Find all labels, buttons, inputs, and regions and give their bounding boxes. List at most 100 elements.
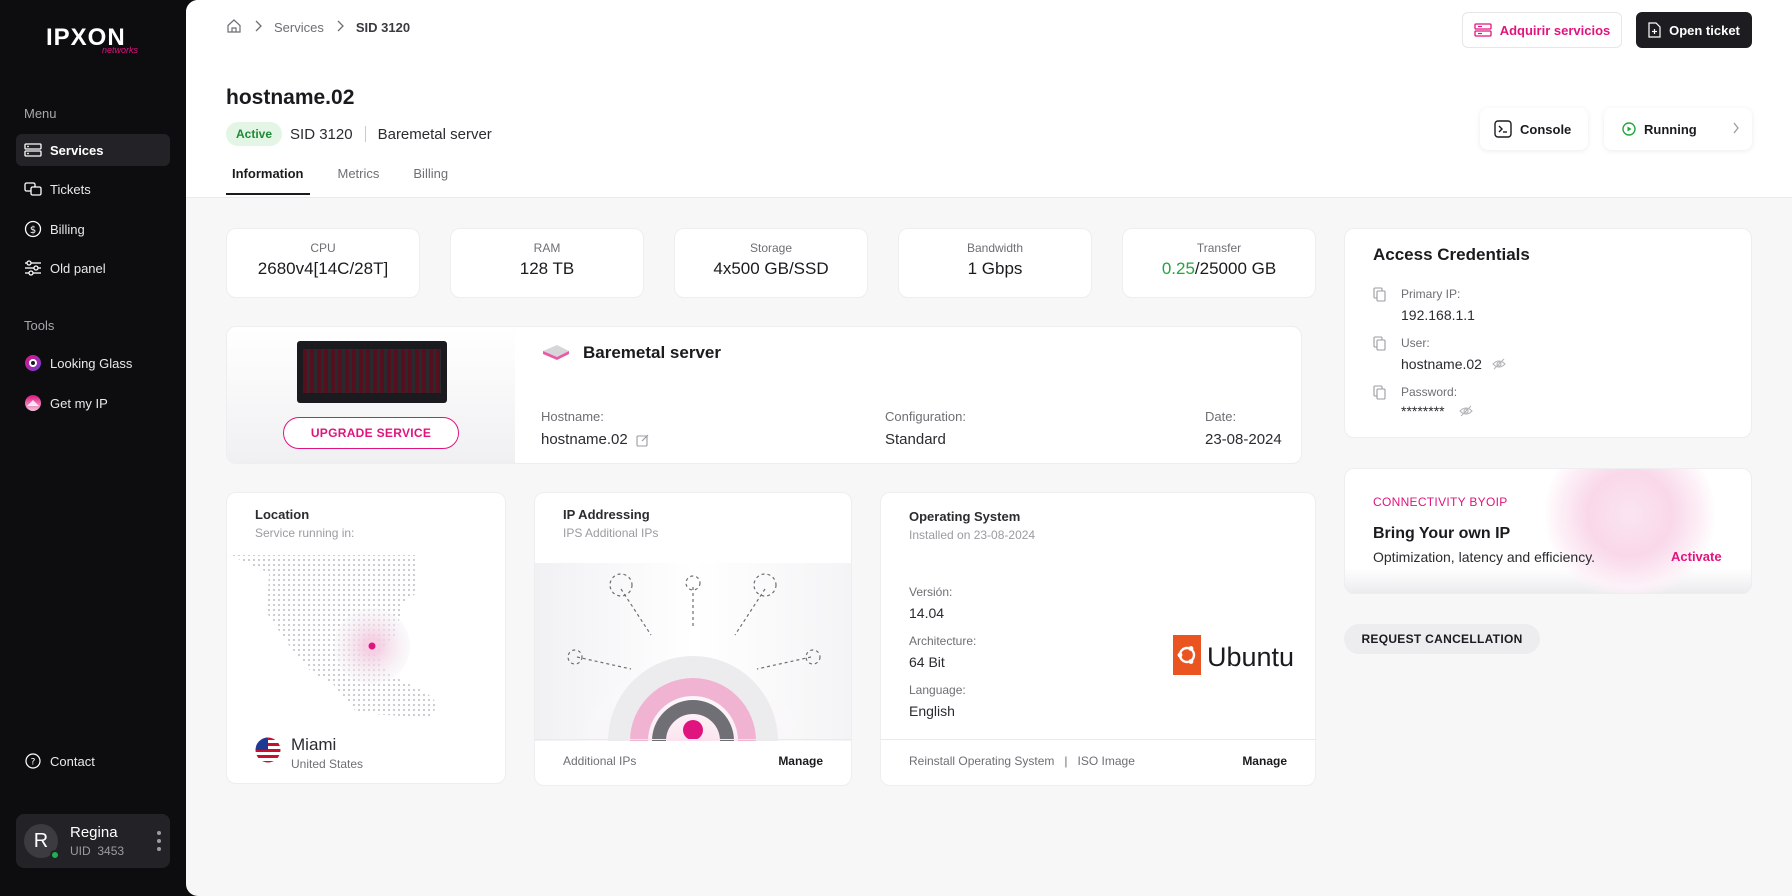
ipxon-logo[interactable]: IPXON networks <box>46 26 142 56</box>
breadcrumb: Services SID 3120 <box>226 18 410 37</box>
us-flag-icon <box>255 737 281 768</box>
byoip-promo-card: CONNECTIVITY BYOIP Bring Your own IP Opt… <box>1344 468 1752 594</box>
date-label: Date: <box>1205 409 1237 424</box>
iso-image-link[interactable]: ISO Image <box>1078 754 1135 768</box>
ubuntu-wordmark: Ubuntu <box>1207 642 1295 672</box>
uid-label: UID <box>70 844 91 858</box>
sidebar-item-services[interactable]: Services <box>16 134 170 166</box>
spec-storage: Storage 4x500 GB/SSD <box>674 228 868 298</box>
sliders-icon <box>24 259 42 277</box>
service-meta: Active SID 3120 Baremetal server <box>226 122 492 146</box>
decorative-glow <box>1545 469 1715 593</box>
byoip-title: Bring Your own IP <box>1373 525 1511 542</box>
power-status-label: Running <box>1644 121 1697 137</box>
sidebar-item-tickets[interactable]: Tickets <box>16 173 170 205</box>
language-label: Language: <box>909 683 966 697</box>
configuration-value: Standard <box>885 431 946 448</box>
date-value: 23-08-2024 <box>1205 431 1282 448</box>
manage-os-button[interactable]: Manage <box>1242 754 1287 768</box>
spec-value: 4x500 GB/SSD <box>713 259 829 278</box>
tools-section-title: Tools <box>24 318 55 333</box>
hostname-label: Hostname: <box>541 409 604 424</box>
dotted-map <box>229 555 437 718</box>
sid-value: 3120 <box>319 125 353 143</box>
os-subtitle: Installed on 23-08-2024 <box>909 528 1036 542</box>
user-uid: UID 3453 <box>70 844 124 858</box>
tab-metrics[interactable]: Metrics <box>332 156 386 195</box>
password-value: ******** <box>1401 403 1473 419</box>
eye-off-icon[interactable] <box>1492 358 1506 370</box>
play-circle-icon <box>1622 122 1636 136</box>
additional-ips-label: Additional IPs <box>563 754 637 768</box>
svg-text:$: $ <box>30 225 36 236</box>
location-city: Miami <box>291 735 337 754</box>
sidebar-item-label: Services <box>50 142 104 158</box>
location-subtitle: Service running in: <box>255 526 355 540</box>
copy-icon[interactable] <box>1373 336 1386 356</box>
chevron-right-icon <box>254 20 262 35</box>
more-vertical-icon[interactable] <box>156 830 162 852</box>
edit-icon[interactable] <box>636 433 650 447</box>
server-image-area: UPGRADE SERVICE <box>227 327 515 463</box>
user-label: User: <box>1401 336 1430 350</box>
byoip-kicker: CONNECTIVITY BYOIP <box>1373 495 1508 509</box>
sidebar-item-label: Looking Glass <box>50 355 133 371</box>
sidebar-item-label: Old panel <box>50 260 106 276</box>
operating-system-card: Operating System Installed on 23-08-2024… <box>880 492 1316 786</box>
server-rack-image <box>297 341 447 403</box>
request-cancellation-button[interactable]: REQUEST CANCELLATION <box>1344 624 1540 654</box>
breadcrumb-services[interactable]: Services <box>274 20 324 35</box>
ip-addressing-card: IP Addressing IPS Additional IPs Additio… <box>534 492 852 786</box>
manage-ips-button[interactable]: Manage <box>778 754 823 768</box>
spec-label: Transfer <box>1196 241 1242 255</box>
primary-ip-label: Primary IP: <box>1401 287 1461 301</box>
sidebar-item-looking-glass[interactable]: Looking Glass <box>16 347 170 379</box>
byoip-subtitle: Optimization, latency and efficiency. <box>1373 549 1596 565</box>
open-ticket-button[interactable]: Open ticket <box>1636 12 1752 48</box>
spec-bandwidth: Bandwidth 1 Gbps <box>898 228 1092 298</box>
activate-byoip-link[interactable]: Activate <box>1671 549 1722 564</box>
copy-icon[interactable] <box>1373 385 1386 405</box>
sidebar-item-get-my-ip[interactable]: Get my IP <box>16 387 170 419</box>
spec-label: CPU <box>310 241 336 255</box>
transfer-used: 0.25 <box>1161 259 1195 278</box>
eye-off-icon[interactable] <box>1458 405 1473 417</box>
user-card[interactable]: R Regina UID 3453 <box>16 814 170 868</box>
open-ticket-label: Open ticket <box>1669 22 1740 38</box>
location-card: Location Service running in: Miami Unite… <box>226 492 506 784</box>
spec-value: 0.25/25000 GB <box>1123 259 1315 279</box>
tab-bar: Information Metrics Billing <box>226 156 476 195</box>
reinstall-os-link[interactable]: Reinstall Operating System <box>909 754 1054 768</box>
sidebar-item-label: Billing <box>50 221 85 237</box>
looking-glass-icon <box>24 354 42 372</box>
power-status-button[interactable]: Running <box>1604 108 1752 150</box>
upgrade-service-button[interactable]: UPGRADE SERVICE <box>283 417 459 449</box>
console-button[interactable]: Console <box>1480 108 1588 150</box>
configuration-label: Configuration: <box>885 409 966 424</box>
chevron-right-icon[interactable] <box>1732 121 1740 138</box>
tab-billing[interactable]: Billing <box>407 156 454 195</box>
document-plus-icon <box>1648 22 1661 38</box>
spec-value: 128 TB <box>519 259 575 278</box>
spec-value: 2680v4[14C/28T] <box>257 259 389 278</box>
uid-value: 3453 <box>97 844 125 858</box>
chevron-right-icon <box>336 20 344 35</box>
sidebar-item-contact[interactable]: ? Contact <box>16 745 170 777</box>
tab-information[interactable]: Information <box>226 156 310 195</box>
separator: | <box>1064 754 1068 768</box>
credentials-title: Access Credentials <box>1373 245 1530 264</box>
sidebar-item-label: Get my IP <box>50 395 108 411</box>
server-icon <box>24 141 42 159</box>
sidebar-item-old-panel[interactable]: Old panel <box>16 252 170 284</box>
copy-icon[interactable] <box>1373 287 1386 307</box>
logo-tagline: networks <box>101 45 138 55</box>
top-bar: Services SID 3120 Adquirir servicios Ope… <box>186 0 1792 58</box>
sidebar-item-billing[interactable]: $ Billing <box>16 213 170 245</box>
sidebar: IPXON networks Menu Services Tickets $ B… <box>0 0 186 896</box>
home-icon[interactable] <box>226 18 242 37</box>
spec-ram: RAM 128 TB <box>450 228 644 298</box>
buy-services-button[interactable]: Adquirir servicios <box>1462 12 1622 48</box>
get-my-ip-icon <box>24 394 42 412</box>
service-header: hostname.02 Active SID 3120 Baremetal se… <box>186 58 1792 198</box>
online-status-dot <box>50 850 60 860</box>
